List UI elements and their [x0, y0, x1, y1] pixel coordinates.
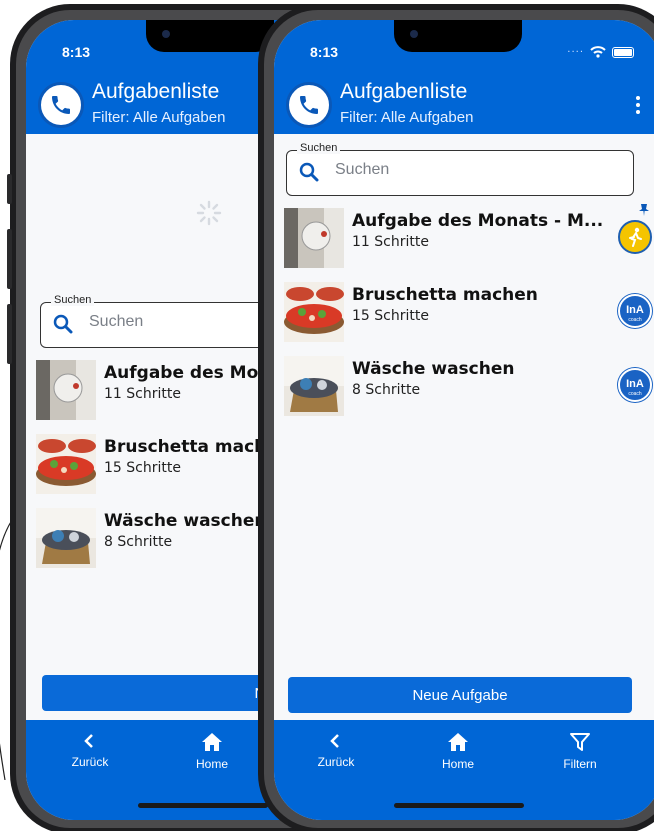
task-of-month-badge [618, 220, 652, 254]
status-icons: ···· [567, 46, 634, 58]
task-thumbnail [36, 434, 96, 494]
task-steps: 15 Schritte [104, 460, 181, 476]
task-title: Wäsche waschen [352, 359, 515, 379]
spinner-icon [196, 200, 222, 226]
task-title: Wäsche waschen [104, 511, 267, 531]
search-icon [53, 314, 73, 334]
app-screenshot-stage: 8:13 Aufgabenliste Filter: Alle Aufgaben [0, 0, 654, 831]
task-steps: 8 Schritte [104, 534, 173, 550]
ina-coach-badge: InA coach [618, 294, 652, 328]
task-thumbnail [284, 282, 344, 342]
bottom-nav: Zurück Home Filtern [274, 720, 654, 820]
screen-front: 8:13 ···· Aufgabenliste Filter: Alle Auf… [274, 20, 654, 820]
app-title: Aufgabenliste [340, 80, 468, 103]
task-thumbnail [284, 356, 344, 416]
list-item[interactable]: Bruschetta machen 15 Schritte InA coach [274, 276, 654, 348]
search-input[interactable] [335, 161, 555, 179]
ina-coach-logo: InA coach [626, 378, 644, 397]
app-subtitle: Filter: Alle Aufgaben [340, 109, 474, 126]
phone-side-button [7, 229, 12, 289]
new-task-button[interactable]: Neue Aufgabe [288, 677, 632, 713]
nav-label: Zurück [71, 755, 109, 769]
svg-text:InA: InA [626, 378, 644, 390]
phone-icon [300, 96, 318, 114]
list-item[interactable]: Aufgabe des Monats - M... 11 Schritte [274, 202, 654, 274]
nav-back-button[interactable]: Zurück [50, 732, 130, 769]
ina-coach-logo: InA coach [626, 304, 644, 323]
phone-side-button [7, 304, 12, 364]
chevron-left-icon [84, 734, 93, 748]
phone-bezel: 8:13 ···· Aufgabenliste Filter: Alle Auf… [264, 10, 654, 828]
nav-label: Filtern [563, 757, 597, 771]
svg-text:InA: InA [626, 304, 644, 316]
phone-front: 8:13 ···· Aufgabenliste Filter: Alle Auf… [258, 4, 654, 831]
search-label: Suchen [297, 142, 341, 154]
task-thumbnail [284, 208, 344, 268]
nav-home-button[interactable]: Home [418, 732, 498, 771]
camera [410, 30, 418, 38]
notch [146, 20, 274, 52]
more-vert-icon[interactable] [636, 96, 640, 114]
task-steps: 8 Schritte [352, 382, 421, 398]
home-icon [202, 733, 222, 751]
filter-icon [570, 733, 590, 751]
nav-filter-button[interactable]: Filtern [540, 732, 620, 771]
wifi-icon [590, 46, 606, 58]
task-steps: 11 Schritte [104, 386, 181, 402]
nav-label: Zurück [317, 755, 355, 769]
task-thumbnail [36, 360, 96, 420]
battery-icon [612, 46, 634, 58]
phone-icon [52, 96, 70, 114]
nav-home-button[interactable]: Home [172, 732, 252, 771]
home-icon [448, 733, 468, 751]
walking-person-icon [629, 227, 642, 247]
app-subtitle: Filter: Alle Aufgaben [92, 109, 226, 126]
task-steps: 15 Schritte [352, 308, 429, 324]
search-label: Suchen [51, 294, 95, 306]
task-thumbnail [36, 508, 96, 568]
chevron-left-icon [330, 734, 339, 748]
search-field[interactable]: Suchen [286, 142, 634, 196]
app-bar: Aufgabenliste Filter: Alle Aufgaben [274, 76, 654, 134]
task-title: Aufgabe des Monats - M... [352, 211, 604, 231]
app-logo[interactable] [38, 82, 84, 128]
signal-dots: ···· [567, 46, 584, 58]
svg-text:coach: coach [628, 317, 642, 323]
list-item[interactable]: Wäsche waschen 8 Schritte InA coach [274, 350, 654, 422]
phone-side-button [7, 174, 12, 204]
app-logo[interactable] [286, 82, 332, 128]
notch [394, 20, 522, 52]
task-steps: 11 Schritte [352, 234, 429, 250]
nav-back-button[interactable]: Zurück [296, 732, 376, 769]
svg-text:coach: coach [628, 391, 642, 397]
task-title: Bruschetta machen [352, 285, 538, 305]
home-indicator [394, 803, 524, 808]
ina-coach-badge: InA coach [618, 368, 652, 402]
camera [162, 30, 170, 38]
status-bar: 8:13 ···· [274, 20, 654, 76]
home-indicator [138, 803, 268, 808]
nav-label: Home [441, 757, 474, 771]
search-icon [299, 162, 319, 182]
pin-icon [639, 204, 649, 216]
app-title: Aufgabenliste [92, 80, 220, 103]
status-time: 8:13 [310, 44, 339, 60]
nav-label: Home [195, 757, 228, 771]
status-time: 8:13 [62, 44, 91, 60]
